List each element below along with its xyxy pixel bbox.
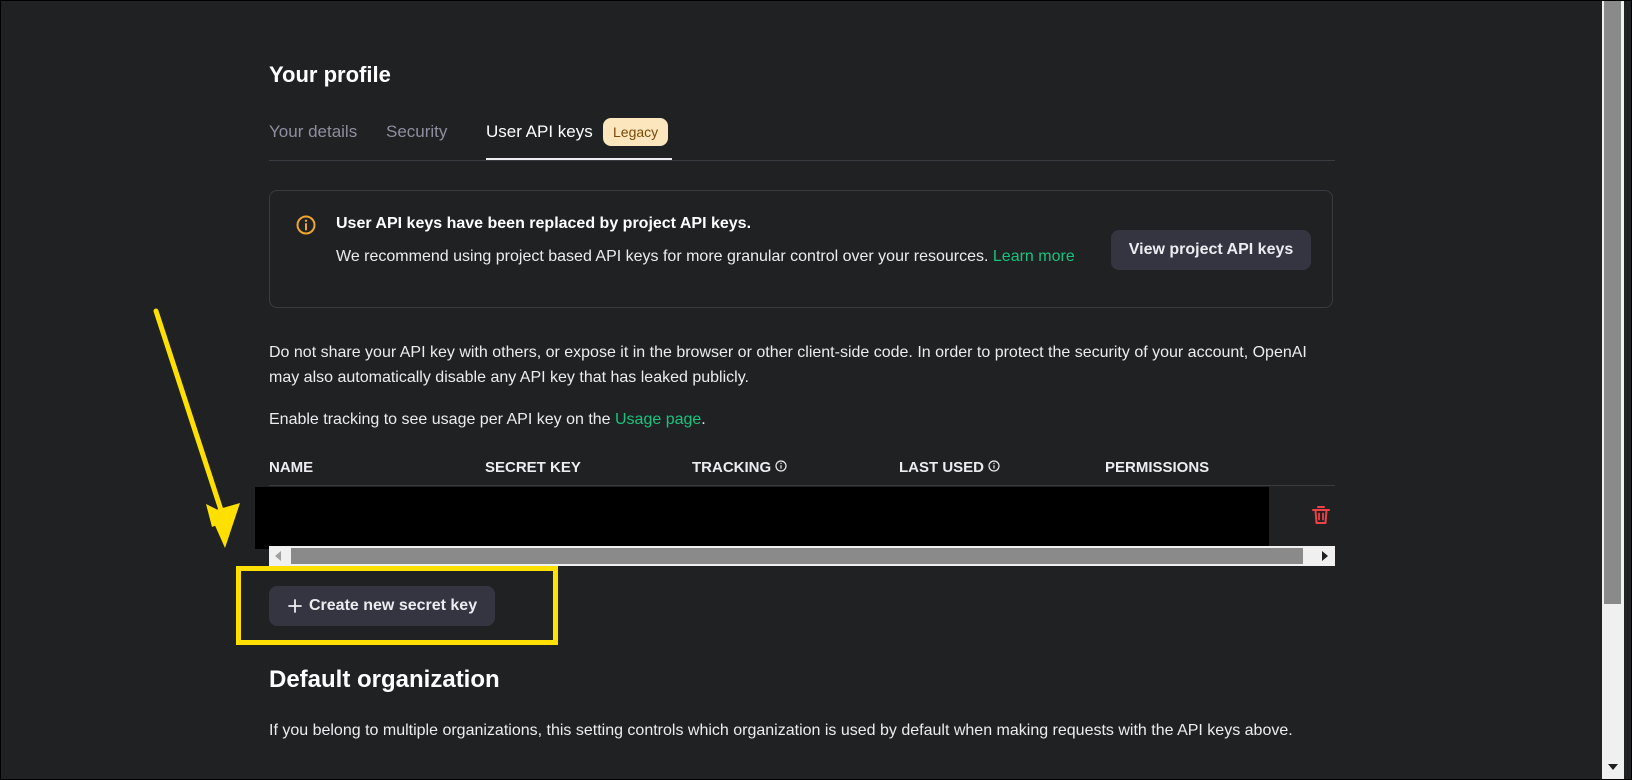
column-header-secret-key: SECRET KEY xyxy=(485,459,581,476)
scroll-right-icon[interactable] xyxy=(1322,551,1328,561)
view-project-api-keys-button[interactable]: View project API keys xyxy=(1111,230,1311,270)
notice-body: We recommend using project based API key… xyxy=(336,244,1106,269)
window-edge xyxy=(1624,0,1632,780)
page-vertical-scrollbar[interactable] xyxy=(1602,0,1632,780)
security-warning-text: Do not share your API key with others, o… xyxy=(269,344,1307,386)
active-tab-indicator xyxy=(486,158,672,160)
deprecation-notice: User API keys have been replaced by proj… xyxy=(269,190,1333,308)
trash-icon[interactable] xyxy=(1309,503,1333,527)
tracking-text-suffix: . xyxy=(701,411,706,428)
default-organization-title: Default organization xyxy=(269,666,500,693)
column-header-tracking-label: TRACKING xyxy=(692,459,772,476)
table-horizontal-scrollbar[interactable] xyxy=(269,546,1335,566)
learn-more-link[interactable]: Learn more xyxy=(993,248,1075,265)
tab-security[interactable]: Security xyxy=(386,122,447,142)
column-header-tracking: TRACKING xyxy=(692,459,787,476)
profile-tabs: Your details Security User API keys Lega… xyxy=(269,118,1335,161)
annotation-arrow-icon xyxy=(153,308,240,548)
vertical-scroll-thumb[interactable] xyxy=(1604,0,1621,604)
tracking-text: Enable tracking to see usage per API key… xyxy=(269,407,706,432)
tab-user-api-keys[interactable]: User API keys xyxy=(486,122,593,142)
last-used-info-icon[interactable] xyxy=(988,460,1000,472)
usage-page-link[interactable]: Usage page xyxy=(615,411,701,428)
notice-title: User API keys have been replaced by proj… xyxy=(336,215,752,232)
api-keys-table-header: NAME SECRET KEY TRACKING LAST USED PERMI… xyxy=(269,455,1335,486)
notice-body-text: We recommend using project based API key… xyxy=(336,248,989,265)
column-header-last-used: LAST USED xyxy=(899,459,1000,476)
scroll-down-icon[interactable] xyxy=(1608,764,1618,770)
tracking-text-prefix: Enable tracking to see usage per API key… xyxy=(269,411,615,428)
tracking-info-icon[interactable] xyxy=(775,460,787,472)
default-organization-description: If you belong to multiple organizations,… xyxy=(269,722,1293,739)
horizontal-scroll-thumb[interactable] xyxy=(291,548,1303,564)
column-header-permissions: PERMISSIONS xyxy=(1105,459,1210,476)
redacted-key-row xyxy=(255,487,1269,549)
legacy-badge: Legacy xyxy=(603,118,669,146)
column-header-last-used-label: LAST USED xyxy=(899,459,985,476)
